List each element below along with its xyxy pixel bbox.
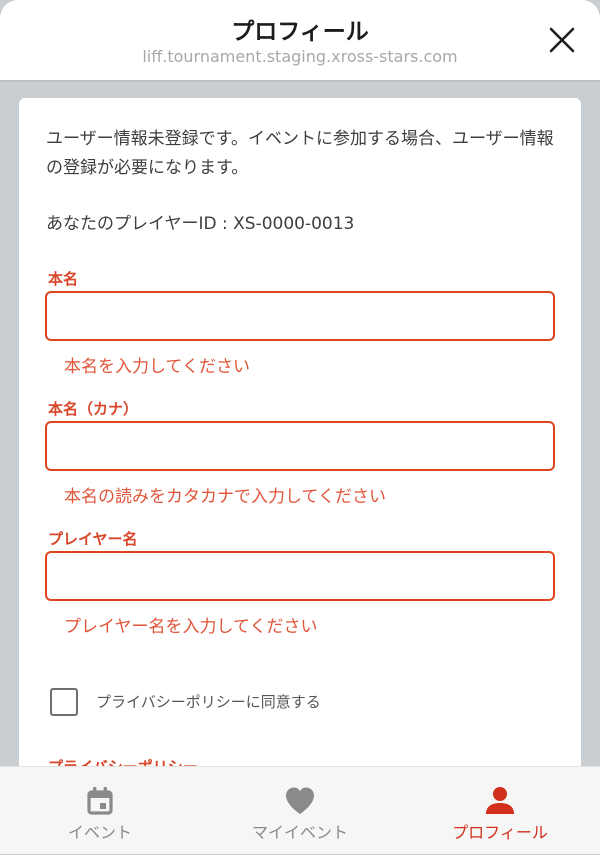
person-icon xyxy=(486,787,514,814)
close-icon xyxy=(549,27,575,53)
player-name-error: プレイヤー名を入力してください xyxy=(64,617,318,637)
registration-notice: ユーザー情報未登録です。イベントに参加する場合、ユーザー情報の登録が必要になりま… xyxy=(46,129,554,178)
tab-events[interactable]: イベント xyxy=(0,767,200,855)
real-name-kana-error: 本名の読みをカタカナで入力してください xyxy=(64,487,386,507)
heart-icon xyxy=(286,787,314,814)
bottom-tab-bar: イベント マイイベント プロフィール xyxy=(0,766,600,854)
player-name-label: プレイヤー名 xyxy=(48,530,138,548)
tab-profile-label: プロフィール xyxy=(452,823,548,842)
page-title: プロフィール xyxy=(231,19,369,45)
tab-events-label: イベント xyxy=(67,823,132,842)
player-name-input[interactable] xyxy=(45,551,555,601)
real-name-kana-label: 本名（カナ） xyxy=(48,400,139,418)
page-url: liff.tournament.staging.xross-stars.com xyxy=(142,47,458,66)
tab-profile[interactable]: プロフィール xyxy=(400,767,600,855)
privacy-checkbox-label: プライバシーポリシーに同意する xyxy=(96,693,321,711)
real-name-label: 本名 xyxy=(48,270,79,288)
calendar-icon xyxy=(87,787,113,815)
player-id-text: あなたのプレイヤーID : XS-0000-0013 xyxy=(46,214,355,234)
modal-header: プロフィール liff.tournament.staging.xross-sta… xyxy=(0,0,600,80)
real-name-kana-input[interactable] xyxy=(45,421,555,471)
close-button[interactable] xyxy=(546,24,578,56)
real-name-error: 本名を入力してください xyxy=(64,357,250,377)
tab-my-events[interactable]: マイイベント xyxy=(200,767,400,855)
privacy-checkbox[interactable] xyxy=(50,688,78,716)
tab-my-events-label: マイイベント xyxy=(251,823,348,842)
real-name-input[interactable] xyxy=(45,291,555,341)
